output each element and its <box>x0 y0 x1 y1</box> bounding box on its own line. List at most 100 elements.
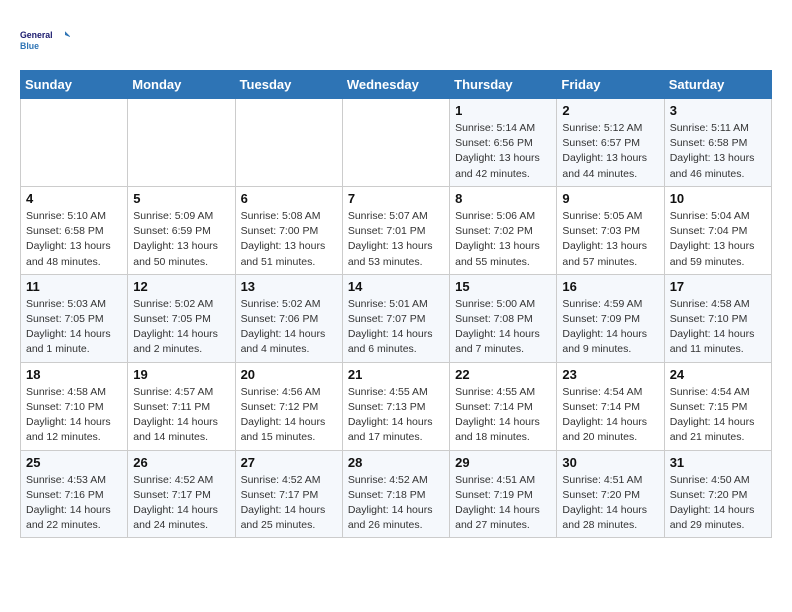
weekday-header-sunday: Sunday <box>21 71 128 99</box>
day-number: 12 <box>133 279 229 294</box>
day-number: 28 <box>348 455 444 470</box>
day-number: 10 <box>670 191 766 206</box>
day-info: Sunrise: 4:58 AMSunset: 7:10 PMDaylight:… <box>670 297 766 358</box>
calendar-cell: 30 Sunrise: 4:51 AMSunset: 7:20 PMDayligh… <box>557 450 664 538</box>
calendar-cell: 31Sunrise: 4:50 AMSunset: 7:20 PMDayligh… <box>664 450 771 538</box>
calendar-cell: 9 Sunrise: 5:05 AMSunset: 7:03 PMDaylight… <box>557 186 664 274</box>
day-info: Sunrise: 4:54 AMSunset: 7:15 PMDaylight:… <box>670 385 766 446</box>
day-number: 27 <box>241 455 337 470</box>
svg-text:General: General <box>20 30 53 40</box>
week-row-1: 1 Sunrise: 5:14 AMSunset: 6:56 PMDaylight… <box>21 99 772 187</box>
calendar-cell: 20Sunrise: 4:56 AMSunset: 7:12 PMDayligh… <box>235 362 342 450</box>
calendar-cell <box>128 99 235 187</box>
svg-text:Blue: Blue <box>20 41 39 51</box>
day-number: 14 <box>348 279 444 294</box>
day-number: 29 <box>455 455 551 470</box>
calendar-cell: 4 Sunrise: 5:10 AMSunset: 6:58 PMDaylight… <box>21 186 128 274</box>
calendar-cell: 19 Sunrise: 4:57 AMSunset: 7:11 PMDayligh… <box>128 362 235 450</box>
day-number: 18 <box>26 367 122 382</box>
day-number: 9 <box>562 191 658 206</box>
day-info: Sunrise: 4:54 AMSunset: 7:14 PMDaylight:… <box>562 385 658 446</box>
weekday-header-saturday: Saturday <box>664 71 771 99</box>
day-number: 21 <box>348 367 444 382</box>
day-number: 25 <box>26 455 122 470</box>
weekday-header-thursday: Thursday <box>450 71 557 99</box>
calendar-cell <box>235 99 342 187</box>
day-info: Sunrise: 5:11 AMSunset: 6:58 PMDaylight:… <box>670 121 766 182</box>
week-row-2: 4 Sunrise: 5:10 AMSunset: 6:58 PMDaylight… <box>21 186 772 274</box>
calendar-cell: 10 Sunrise: 5:04 AMSunset: 7:04 PMDayligh… <box>664 186 771 274</box>
day-info: Sunrise: 5:14 AMSunset: 6:56 PMDaylight:… <box>455 121 551 182</box>
calendar-cell: 1 Sunrise: 5:14 AMSunset: 6:56 PMDaylight… <box>450 99 557 187</box>
calendar-cell: 25 Sunrise: 4:53 AMSunset: 7:16 PMDayligh… <box>21 450 128 538</box>
calendar-cell: 15Sunrise: 5:00 AMSunset: 7:08 PMDayligh… <box>450 274 557 362</box>
calendar-cell: 18 Sunrise: 4:58 AMSunset: 7:10 PMDayligh… <box>21 362 128 450</box>
calendar-cell: 28 Sunrise: 4:52 AMSunset: 7:18 PMDayligh… <box>342 450 449 538</box>
calendar-cell: 6 Sunrise: 5:08 AMSunset: 7:00 PMDaylight… <box>235 186 342 274</box>
day-number: 19 <box>133 367 229 382</box>
weekday-header-tuesday: Tuesday <box>235 71 342 99</box>
page-header: General Blue <box>20 20 772 60</box>
calendar-cell: 14 Sunrise: 5:01 AMSunset: 7:07 PMDayligh… <box>342 274 449 362</box>
day-number: 15 <box>455 279 551 294</box>
day-number: 8 <box>455 191 551 206</box>
logo: General Blue <box>20 20 70 60</box>
day-info: Sunrise: 5:07 AMSunset: 7:01 PMDaylight:… <box>348 209 444 270</box>
calendar-cell: 12 Sunrise: 5:02 AMSunset: 7:05 PMDayligh… <box>128 274 235 362</box>
day-number: 6 <box>241 191 337 206</box>
calendar-cell: 13 Sunrise: 5:02 AMSunset: 7:06 PMDayligh… <box>235 274 342 362</box>
day-info: Sunrise: 5:04 AMSunset: 7:04 PMDaylight:… <box>670 209 766 270</box>
day-info: Sunrise: 4:56 AMSunset: 7:12 PMDaylight:… <box>241 385 337 446</box>
day-info: Sunrise: 5:01 AMSunset: 7:07 PMDaylight:… <box>348 297 444 358</box>
day-info: Sunrise: 4:50 AMSunset: 7:20 PMDaylight:… <box>670 473 766 534</box>
day-number: 17 <box>670 279 766 294</box>
weekday-header-row: SundayMondayTuesdayWednesdayThursdayFrid… <box>21 71 772 99</box>
day-number: 23 <box>562 367 658 382</box>
weekday-header-friday: Friday <box>557 71 664 99</box>
day-info: Sunrise: 4:51 AMSunset: 7:19 PMDaylight:… <box>455 473 551 534</box>
calendar-cell <box>21 99 128 187</box>
calendar-cell: 11Sunrise: 5:03 AMSunset: 7:05 PMDayligh… <box>21 274 128 362</box>
day-number: 5 <box>133 191 229 206</box>
calendar-cell: 24 Sunrise: 4:54 AMSunset: 7:15 PMDayligh… <box>664 362 771 450</box>
day-number: 4 <box>26 191 122 206</box>
weekday-header-wednesday: Wednesday <box>342 71 449 99</box>
day-info: Sunrise: 4:53 AMSunset: 7:16 PMDaylight:… <box>26 473 122 534</box>
weekday-header-monday: Monday <box>128 71 235 99</box>
week-row-3: 11Sunrise: 5:03 AMSunset: 7:05 PMDayligh… <box>21 274 772 362</box>
day-number: 13 <box>241 279 337 294</box>
day-info: Sunrise: 5:02 AMSunset: 7:05 PMDaylight:… <box>133 297 229 358</box>
week-row-5: 25 Sunrise: 4:53 AMSunset: 7:16 PMDayligh… <box>21 450 772 538</box>
calendar-cell: 23 Sunrise: 4:54 AMSunset: 7:14 PMDayligh… <box>557 362 664 450</box>
day-info: Sunrise: 4:52 AMSunset: 7:18 PMDaylight:… <box>348 473 444 534</box>
day-number: 1 <box>455 103 551 118</box>
day-number: 2 <box>562 103 658 118</box>
day-info: Sunrise: 4:57 AMSunset: 7:11 PMDaylight:… <box>133 385 229 446</box>
day-info: Sunrise: 5:10 AMSunset: 6:58 PMDaylight:… <box>26 209 122 270</box>
calendar-cell: 7 Sunrise: 5:07 AMSunset: 7:01 PMDaylight… <box>342 186 449 274</box>
day-number: 30 <box>562 455 658 470</box>
day-info: Sunrise: 5:06 AMSunset: 7:02 PMDaylight:… <box>455 209 551 270</box>
day-info: Sunrise: 4:55 AMSunset: 7:14 PMDaylight:… <box>455 385 551 446</box>
calendar-cell: 26Sunrise: 4:52 AMSunset: 7:17 PMDayligh… <box>128 450 235 538</box>
day-info: Sunrise: 4:58 AMSunset: 7:10 PMDaylight:… <box>26 385 122 446</box>
day-info: Sunrise: 4:59 AMSunset: 7:09 PMDaylight:… <box>562 297 658 358</box>
day-number: 24 <box>670 367 766 382</box>
day-info: Sunrise: 5:02 AMSunset: 7:06 PMDaylight:… <box>241 297 337 358</box>
day-info: Sunrise: 4:55 AMSunset: 7:13 PMDaylight:… <box>348 385 444 446</box>
calendar-cell: 27Sunrise: 4:52 AMSunset: 7:17 PMDayligh… <box>235 450 342 538</box>
day-info: Sunrise: 4:51 AMSunset: 7:20 PMDaylight:… <box>562 473 658 534</box>
day-number: 7 <box>348 191 444 206</box>
day-info: Sunrise: 5:05 AMSunset: 7:03 PMDaylight:… <box>562 209 658 270</box>
calendar-cell: 16Sunrise: 4:59 AMSunset: 7:09 PMDayligh… <box>557 274 664 362</box>
day-number: 3 <box>670 103 766 118</box>
calendar-cell: 8 Sunrise: 5:06 AMSunset: 7:02 PMDaylight… <box>450 186 557 274</box>
logo-svg: General Blue <box>20 20 70 60</box>
calendar-cell: 3 Sunrise: 5:11 AMSunset: 6:58 PMDaylight… <box>664 99 771 187</box>
day-info: Sunrise: 5:03 AMSunset: 7:05 PMDaylight:… <box>26 297 122 358</box>
calendar-cell: 21 Sunrise: 4:55 AMSunset: 7:13 PMDayligh… <box>342 362 449 450</box>
calendar-cell: 17 Sunrise: 4:58 AMSunset: 7:10 PMDayligh… <box>664 274 771 362</box>
calendar-cell: 22Sunrise: 4:55 AMSunset: 7:14 PMDayligh… <box>450 362 557 450</box>
day-info: Sunrise: 5:08 AMSunset: 7:00 PMDaylight:… <box>241 209 337 270</box>
day-info: Sunrise: 5:12 AMSunset: 6:57 PMDaylight:… <box>562 121 658 182</box>
